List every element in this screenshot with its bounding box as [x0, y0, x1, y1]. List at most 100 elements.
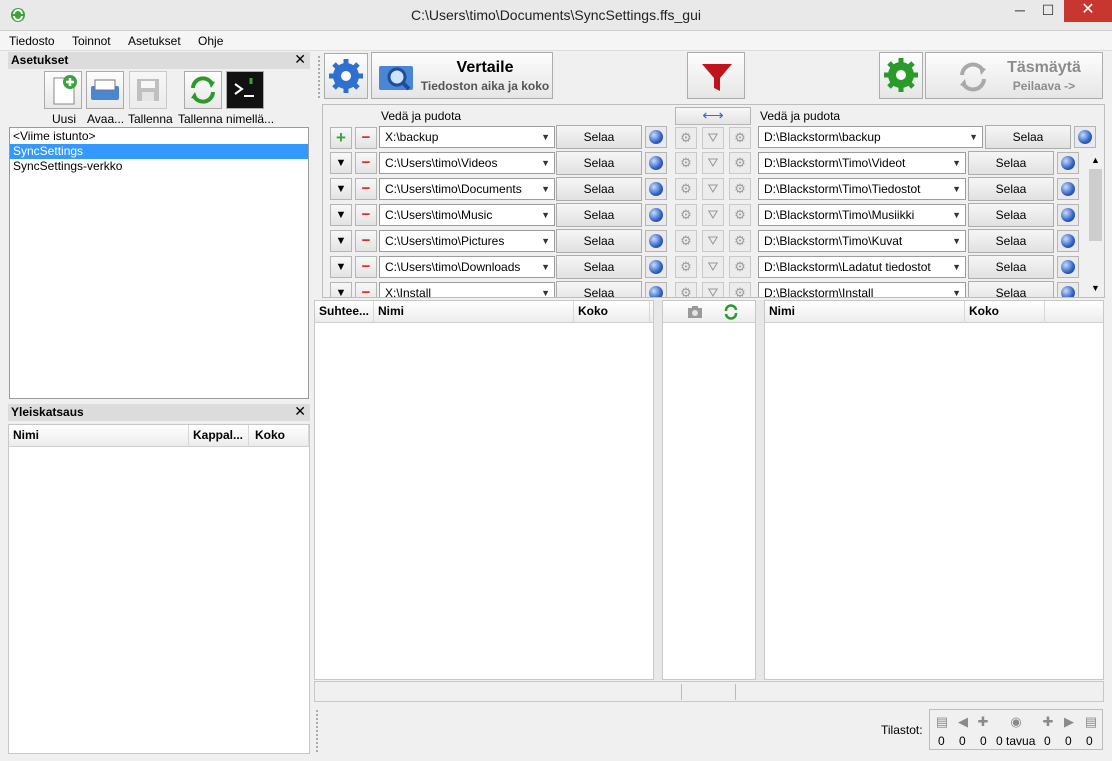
cloud-folder-icon[interactable] — [645, 230, 667, 252]
chevron-down-icon[interactable]: ▼ — [541, 153, 550, 173]
browse-left-button[interactable]: Selaa — [556, 281, 642, 297]
expand-pair-icon[interactable]: ▼ — [330, 204, 352, 226]
sync-settings-button[interactable] — [879, 52, 923, 99]
remove-folder-pair-icon[interactable]: − — [355, 178, 377, 200]
gear-icon[interactable]: ⚙ — [729, 152, 751, 174]
cloud-folder-icon[interactable] — [645, 282, 667, 297]
browse-right-button[interactable]: Selaa — [968, 203, 1054, 227]
cloud-folder-icon[interactable] — [645, 178, 667, 200]
maximize-button[interactable]: ☐ — [1034, 0, 1062, 22]
list-item[interactable]: <Viime istunto> — [10, 129, 308, 144]
browse-left-button[interactable]: Selaa — [556, 177, 642, 201]
left-file-grid[interactable]: Suhtee... Nimi Koko — [314, 300, 654, 680]
filter-icon[interactable]: ⛛ — [702, 282, 724, 297]
left-col-relative[interactable]: Suhtee... — [315, 301, 374, 323]
chevron-down-icon[interactable]: ▼ — [541, 127, 550, 147]
browse-right-button[interactable]: Selaa — [968, 151, 1054, 175]
gear-icon[interactable]: ⚙ — [675, 204, 697, 226]
chevron-down-icon[interactable]: ▼ — [952, 257, 961, 277]
right-folder-input[interactable]: D:\Blackstorm\Timo\Kuvat ▼ — [758, 230, 966, 252]
middle-grid[interactable] — [662, 300, 756, 680]
gear-icon[interactable]: ⚙ — [729, 282, 751, 297]
menu-help[interactable]: Ohje — [191, 31, 230, 49]
expand-pair-icon[interactable]: ▼ — [330, 230, 352, 252]
browse-left-button[interactable]: Selaa — [556, 151, 642, 175]
open-config-button[interactable] — [86, 71, 124, 109]
right-base-folder-input[interactable]: D:\Blackstorm\backup ▼ — [758, 126, 983, 148]
filter-icon[interactable]: ⛛ — [702, 230, 724, 252]
cloud-folder-icon[interactable] — [645, 256, 667, 278]
chevron-down-icon[interactable]: ▼ — [952, 205, 961, 225]
menu-settings[interactable]: Asetukset — [121, 31, 188, 49]
gear-icon[interactable]: ⚙ — [729, 178, 751, 200]
folder-pairs-scrollbar[interactable]: ▲ ▼ — [1087, 152, 1104, 297]
right-file-grid[interactable]: Nimi Koko — [764, 300, 1104, 680]
right-folder-input[interactable]: D:\Blackstorm\Ladatut tiedostot ▼ — [758, 256, 966, 278]
cloud-folder-icon[interactable] — [1074, 126, 1096, 148]
minimize-button[interactable]: ─ — [1006, 0, 1034, 22]
gear-icon[interactable]: ⚙ — [675, 256, 697, 278]
right-folder-input[interactable]: D:\Blackstorm\Timo\Musiikki ▼ — [758, 204, 966, 226]
new-config-button[interactable] — [44, 71, 82, 109]
add-folder-pair-icon[interactable]: + — [330, 127, 352, 149]
chevron-down-icon[interactable]: ▼ — [541, 205, 550, 225]
chevron-down-icon[interactable]: ▼ — [952, 179, 961, 199]
filter-icon[interactable]: ⛛ — [702, 127, 724, 149]
overview-panel-close-icon[interactable]: ✕ — [294, 403, 306, 419]
browse-right-button[interactable]: Selaa — [968, 177, 1054, 201]
cloud-folder-icon[interactable] — [1057, 178, 1079, 200]
gear-icon[interactable]: ⚙ — [729, 204, 751, 226]
scroll-down-icon[interactable]: ▼ — [1091, 283, 1100, 293]
remove-folder-pair-icon[interactable]: − — [355, 204, 377, 226]
save-as-batch-button[interactable] — [184, 71, 222, 109]
cloud-folder-icon[interactable] — [1057, 152, 1079, 174]
filter-button[interactable] — [687, 52, 745, 99]
splitter-right[interactable] — [756, 300, 764, 680]
left-base-folder-input[interactable]: X:\backup ▼ — [379, 126, 555, 148]
left-col-size[interactable]: Koko — [574, 301, 650, 323]
compare-button[interactable]: Vertaile Tiedoston aika ja koko — [371, 52, 553, 99]
expand-pair-icon[interactable]: ▼ — [330, 152, 352, 174]
left-folder-input[interactable]: C:\Users\timo\Pictures ▼ — [379, 230, 555, 252]
splitter-left[interactable] — [654, 300, 662, 680]
remove-folder-pair-icon[interactable]: − — [355, 127, 377, 149]
settings-panel-close-icon[interactable]: ✕ — [294, 51, 306, 67]
cloud-folder-icon[interactable] — [1057, 204, 1079, 226]
expand-pair-icon[interactable]: ▼ — [330, 282, 352, 297]
browse-left-button[interactable]: Selaa — [556, 229, 642, 253]
browse-left-button[interactable]: Selaa — [556, 125, 642, 149]
left-folder-input[interactable]: C:\Users\timo\Downloads ▼ — [379, 256, 555, 278]
chevron-down-icon[interactable]: ▼ — [541, 179, 550, 199]
overview-col-count[interactable]: Kappal... — [189, 425, 249, 447]
overview-col-name[interactable]: Nimi — [9, 425, 189, 447]
menu-actions[interactable]: Toinnot — [65, 31, 118, 49]
scroll-up-icon[interactable]: ▲ — [1091, 155, 1100, 165]
overview-col-size[interactable]: Koko — [251, 425, 309, 447]
browse-left-button[interactable]: Selaa — [556, 203, 642, 227]
filter-icon[interactable]: ⛛ — [702, 152, 724, 174]
browse-right-button[interactable]: Selaa — [968, 281, 1054, 297]
browse-left-button[interactable]: Selaa — [556, 255, 642, 279]
camera-icon[interactable] — [687, 305, 703, 319]
right-col-size[interactable]: Koko — [965, 301, 1045, 323]
filter-icon[interactable]: ⛛ — [702, 256, 724, 278]
list-item[interactable]: SyncSettings-verkko — [10, 159, 308, 174]
left-folder-input[interactable]: X:\Install ▼ — [379, 282, 555, 297]
left-folder-input[interactable]: C:\Users\timo\Videos ▼ — [379, 152, 555, 174]
close-window-button[interactable]: ✕ — [1064, 0, 1112, 22]
chevron-down-icon[interactable]: ▼ — [952, 283, 961, 297]
synchronize-button[interactable]: Täsmäytä Peilaava -> — [925, 52, 1103, 99]
left-col-name[interactable]: Nimi — [374, 301, 574, 323]
right-folder-input[interactable]: D:\Blackstorm\Timo\Tiedostot ▼ — [758, 178, 966, 200]
expand-pair-icon[interactable]: ▼ — [330, 256, 352, 278]
cloud-folder-icon[interactable] — [645, 152, 667, 174]
menu-file[interactable]: Tiedosto — [2, 31, 62, 49]
chevron-down-icon[interactable]: ▼ — [952, 231, 961, 251]
gear-icon[interactable]: ⚙ — [729, 230, 751, 252]
chevron-down-icon[interactable]: ▼ — [541, 231, 550, 251]
right-folder-input[interactable]: D:\Blackstorm\Install ▼ — [758, 282, 966, 297]
session-list[interactable]: <Viime istunto> SyncSettings SyncSetting… — [9, 127, 309, 399]
right-folder-input[interactable]: D:\Blackstorm\Timo\Videot ▼ — [758, 152, 966, 174]
chevron-down-icon[interactable]: ▼ — [541, 257, 550, 277]
gear-icon[interactable]: ⚙ — [729, 127, 751, 149]
